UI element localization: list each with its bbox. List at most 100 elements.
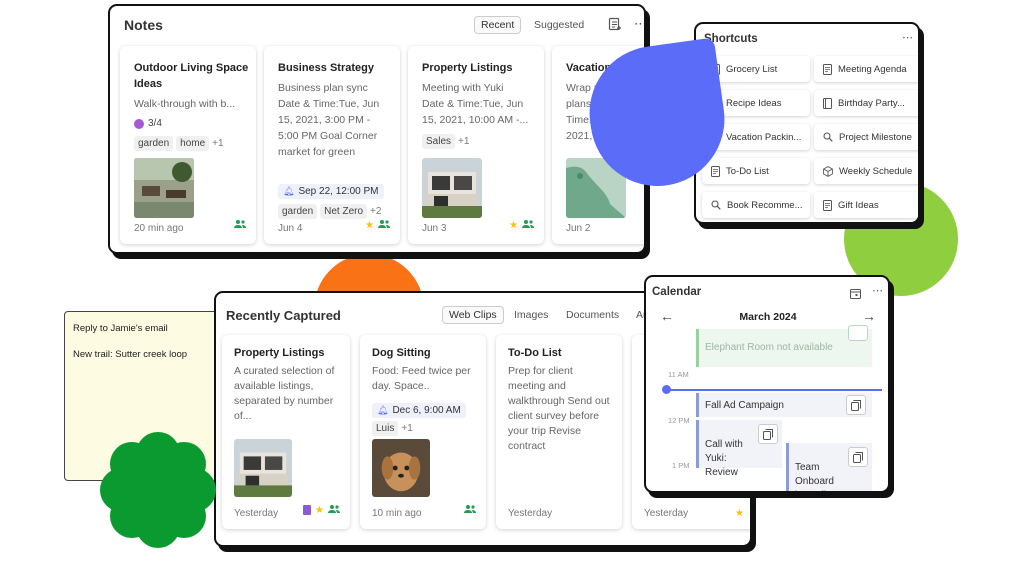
current-time-indicator	[664, 389, 882, 391]
star-icon: ★	[509, 219, 518, 231]
calendar-month: March 2024	[739, 311, 797, 323]
more-tags[interactable]: +1	[401, 423, 412, 434]
tab-images[interactable]: Images	[514, 309, 548, 321]
tag[interactable]: Luis	[372, 421, 399, 436]
reminder-badge[interactable]: 🔔︎ Sep 22, 12:00 PM	[278, 184, 384, 199]
tab-recent[interactable]: Recent	[474, 16, 522, 34]
more-options-icon[interactable]: ⋯	[902, 31, 913, 44]
document-icon	[303, 505, 312, 515]
tag-list: Sales +1	[422, 134, 469, 149]
note-card[interactable]: Business Strategy Business plan sync Dat…	[264, 46, 400, 244]
note-card-time: Jun 2	[566, 223, 591, 234]
time-label: 11 AM	[668, 370, 689, 379]
tag-list: garden home +1	[134, 136, 224, 151]
copy-icon[interactable]	[848, 447, 868, 467]
shortcut-label: Project Milestone	[839, 131, 912, 143]
reminder-row: 🔔︎ Dec 6, 9:00 AM	[372, 403, 466, 418]
more-tags[interactable]: +1	[458, 136, 469, 147]
new-note-icon[interactable]	[608, 17, 622, 36]
capture-card-snippet: Prep for client meeting and walkthrough …	[508, 365, 610, 452]
capture-card-time: Yesterday	[508, 508, 553, 519]
shortcuts-panel: Shortcuts ⋯ Grocery List Meeting Agenda Re…	[694, 22, 920, 224]
more-options-icon[interactable]: ⋯	[872, 284, 883, 297]
shortcut-label: Recipe Ideas	[726, 97, 782, 109]
calendar-icon[interactable]	[850, 286, 861, 304]
shared-icon	[522, 216, 534, 234]
shortcut-item[interactable]: Project Milestone	[814, 124, 918, 150]
tag-list: Luis +1	[372, 421, 413, 436]
shared-icon	[464, 501, 476, 519]
capture-card-snippet: A curated selection of available listing…	[234, 365, 335, 422]
capture-card-time: 10 min ago	[372, 508, 422, 519]
capture-card[interactable]: Property Listings A curated selection of…	[222, 335, 350, 529]
capture-card-snippet: Food: Feed twice per day. Space..	[372, 365, 471, 392]
copy-icon[interactable]	[848, 325, 868, 341]
house-image	[422, 158, 482, 218]
tab-documents[interactable]: Documents	[566, 309, 619, 321]
search-icon	[823, 132, 833, 142]
star-icon: ★	[365, 219, 374, 231]
shortcut-label: Grocery List	[726, 63, 778, 75]
note-card-time: 20 min ago	[134, 223, 184, 234]
checklist-icon	[134, 118, 144, 129]
more-options-icon[interactable]: ⋯	[634, 16, 644, 32]
shortcut-item[interactable]: Weekly Schedule	[814, 158, 918, 184]
shortcut-item[interactable]: Gift Ideas	[814, 192, 918, 218]
star-icon: ★	[735, 508, 744, 519]
note-card[interactable]: Property Listings Meeting with Yuki Date…	[408, 46, 544, 244]
note-card-time: Jun 3	[422, 223, 447, 234]
arrow-right-icon[interactable]: →	[862, 308, 876, 324]
shortcut-label: Weekly Schedule	[839, 165, 913, 177]
shortcut-label: Meeting Agenda	[838, 63, 907, 75]
calendar-panel: Calendar ⋯ ← March 2024 → 11 AM 12 PM 1 …	[644, 275, 890, 493]
copy-icon[interactable]	[846, 395, 866, 415]
capture-card-title: Property Listings	[234, 347, 325, 359]
capture-card-time: Yesterday	[234, 508, 279, 519]
tab-suggested[interactable]: Suggested	[534, 19, 584, 31]
note-card-time: Jun 4	[278, 223, 303, 234]
tag[interactable]: garden	[134, 136, 174, 151]
note-icon	[823, 63, 832, 75]
notes-title: Notes	[124, 17, 163, 33]
search-icon	[711, 200, 721, 210]
note-card-title: Property Listings	[422, 62, 513, 74]
current-time-dot	[662, 385, 671, 394]
tag[interactable]: Sales	[422, 134, 456, 149]
shortcut-item[interactable]: Meeting Agenda	[814, 56, 918, 82]
calendar-event[interactable]: Elephant Room not available	[696, 329, 872, 367]
shortcut-label: Birthday Party...	[838, 97, 905, 109]
more-tags[interactable]: +1	[212, 138, 223, 149]
recently-captured-title: Recently Captured	[226, 308, 341, 323]
tag[interactable]: home	[176, 136, 210, 151]
note-card-snippet: Meeting with Yuki Date & Time:Tue, Jun 1…	[422, 82, 529, 126]
bell-icon: 🔔︎	[283, 186, 295, 196]
capture-card[interactable]: To-Do List Prep for client meeting and w…	[496, 335, 622, 529]
copy-icon[interactable]	[758, 424, 778, 444]
shortcut-item[interactable]: Book Recomme...	[702, 192, 810, 218]
note-card[interactable]: Outdoor Living Space Ideas Walk-through …	[120, 46, 256, 244]
note-card-title: Outdoor Living Space Ideas	[134, 62, 249, 90]
sticky-note-line: New trail: Sutter creek loop	[73, 349, 188, 360]
shortcut-label: Book Recomme...	[727, 199, 803, 211]
shortcut-label: Vacation Packin...	[726, 131, 802, 143]
shared-icon	[234, 216, 246, 234]
sticky-note-line: Reply to Jamie's email	[73, 323, 168, 334]
reminder-row: 🔔︎ Sep 22, 12:00 PM	[278, 184, 384, 199]
shortcut-item[interactable]: Birthday Party...	[814, 90, 918, 116]
tag[interactable]: Net Zero	[320, 204, 368, 219]
green-flower-decoration	[100, 432, 216, 548]
note-card-title: Business Strategy	[278, 62, 374, 74]
notes-panel: Notes Recent Suggested ⋯ Outdoor Living …	[108, 4, 646, 254]
calendar-title: Calendar	[652, 286, 702, 298]
tag[interactable]: garden	[278, 204, 318, 219]
tab-web-clips[interactable]: Web Clips	[442, 306, 504, 324]
star-icon: ★	[315, 504, 324, 516]
checklist-progress: 3/4	[134, 118, 162, 129]
cube-icon	[823, 165, 833, 177]
capture-card-time: Yesterday	[644, 508, 689, 519]
capture-card[interactable]: Dog Sitting Food: Feed twice per day. Sp…	[360, 335, 486, 529]
reminder-badge[interactable]: 🔔︎ Dec 6, 9:00 AM	[372, 403, 466, 418]
patio-image	[134, 158, 194, 218]
dog-image	[372, 439, 430, 497]
shortcut-item[interactable]: To-Do List	[702, 158, 810, 184]
